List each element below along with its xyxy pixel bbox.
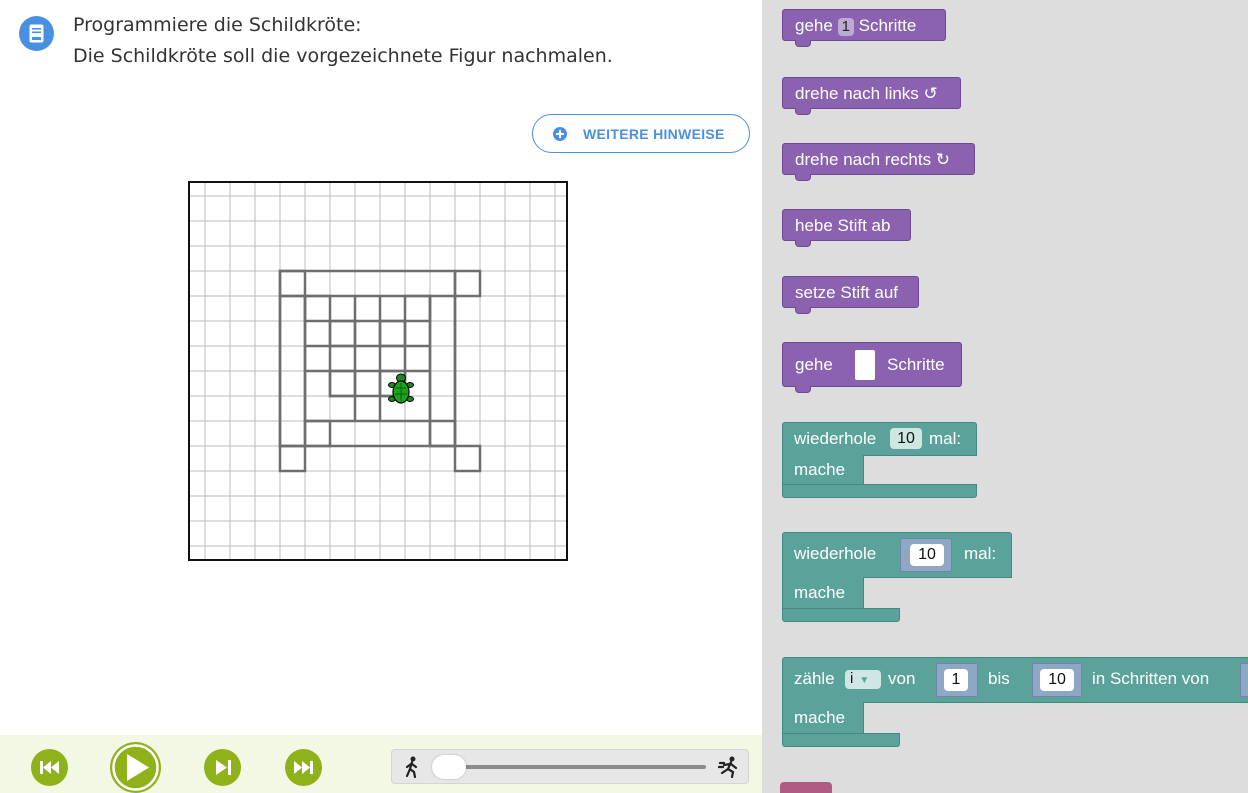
block-move-pre: gehe [795,16,833,35]
block-turn-left[interactable]: drehe nach links ↺ [782,77,961,115]
block-move-post: Schritte [858,16,917,35]
turtle-icon [388,373,414,404]
count-var-dropdown[interactable]: i ▼ [845,670,881,689]
block-turn-left-label: drehe nach links ↺ [795,84,938,103]
block-pen-down-label: setze Stift auf [795,283,898,302]
count-step-label: in Schritten von [1092,669,1210,688]
block-turn-right[interactable]: drehe nach rechts ↻ [782,143,975,181]
repeat-count-field[interactable]: 10 [890,428,922,449]
skip-back-icon[interactable] [31,749,68,786]
block-repeat-field[interactable]: wiederhole 10 mal: mache [782,422,977,498]
block-pen-up[interactable]: hebe Stift ab [782,209,911,247]
count-step-slot[interactable] [1240,663,1248,697]
repeat-slot-body-label: mache [794,583,846,602]
turtle-drawing [190,183,566,559]
block-move-steps[interactable]: gehe 1 Schritte [782,9,946,47]
count-var-name: i [850,670,854,687]
block-toolbox: gehe 1 Schritte drehe nach links ↺ drehe… [762,0,1248,793]
count-to-label: bis [988,669,1010,688]
repeat-label: wiederhole [794,429,877,448]
walking-person-icon [405,756,418,778]
block-repeat-slot[interactable]: wiederhole 10 mal: mache [782,532,1012,622]
speed-track [440,765,706,769]
count-from-value[interactable]: 1 [944,669,968,691]
count-to-value[interactable]: 10 [1040,669,1074,691]
task-panel: Programmiere die Schildkröte: Die Schild… [0,0,762,793]
more-hints-label: WEITERE HINWEISE [583,126,725,142]
repeat-slot-label: wiederhole [794,544,877,563]
repeat-suffix: mal: [929,429,962,448]
more-hints-button[interactable]: WEITERE HINWEISE [532,114,750,153]
steps-value-field[interactable]: 1 [837,18,854,36]
value-input-slot[interactable] [855,350,875,380]
block-move-slot-post: Schritte [887,355,945,374]
dropdown-arrow-icon: ▼ [859,675,870,686]
count-body-label: mache [794,708,846,727]
turtle-canvas [188,181,568,561]
block-move-slot-pre: gehe [795,355,833,374]
repeat-slot-suffix: mal: [964,544,997,563]
block-count-loop[interactable]: zähle i ▼ von 1 bis 10 in Schritten von m… [782,657,1248,747]
block-move-slot[interactable]: gehe Schritte [782,342,962,393]
speed-slider[interactable] [391,749,749,784]
task-title: Programmiere die Schildkröte: [73,14,362,36]
block-partial[interactable] [780,782,832,793]
book-icon [19,16,54,51]
block-pen-up-label: hebe Stift ab [795,216,891,235]
repeat-slot-count[interactable]: 10 [910,544,944,566]
block-pen-down[interactable]: setze Stift auf [782,276,919,314]
skip-forward-icon[interactable] [285,749,322,786]
block-turn-right-label: drehe nach rechts ↻ [795,150,951,169]
task-description: Die Schildkröte soll die vorgezeichnete … [73,45,613,67]
running-person-icon [718,756,738,778]
speed-knob[interactable] [432,755,466,779]
step-forward-icon[interactable] [204,749,241,786]
plus-circle-icon [553,127,567,141]
count-label: zähle [794,669,835,688]
count-from-label: von [888,669,916,688]
block-move-steps-label: gehe 1 Schritte [795,16,916,36]
repeat-body-label: mache [794,460,846,479]
play-icon[interactable] [110,742,161,793]
